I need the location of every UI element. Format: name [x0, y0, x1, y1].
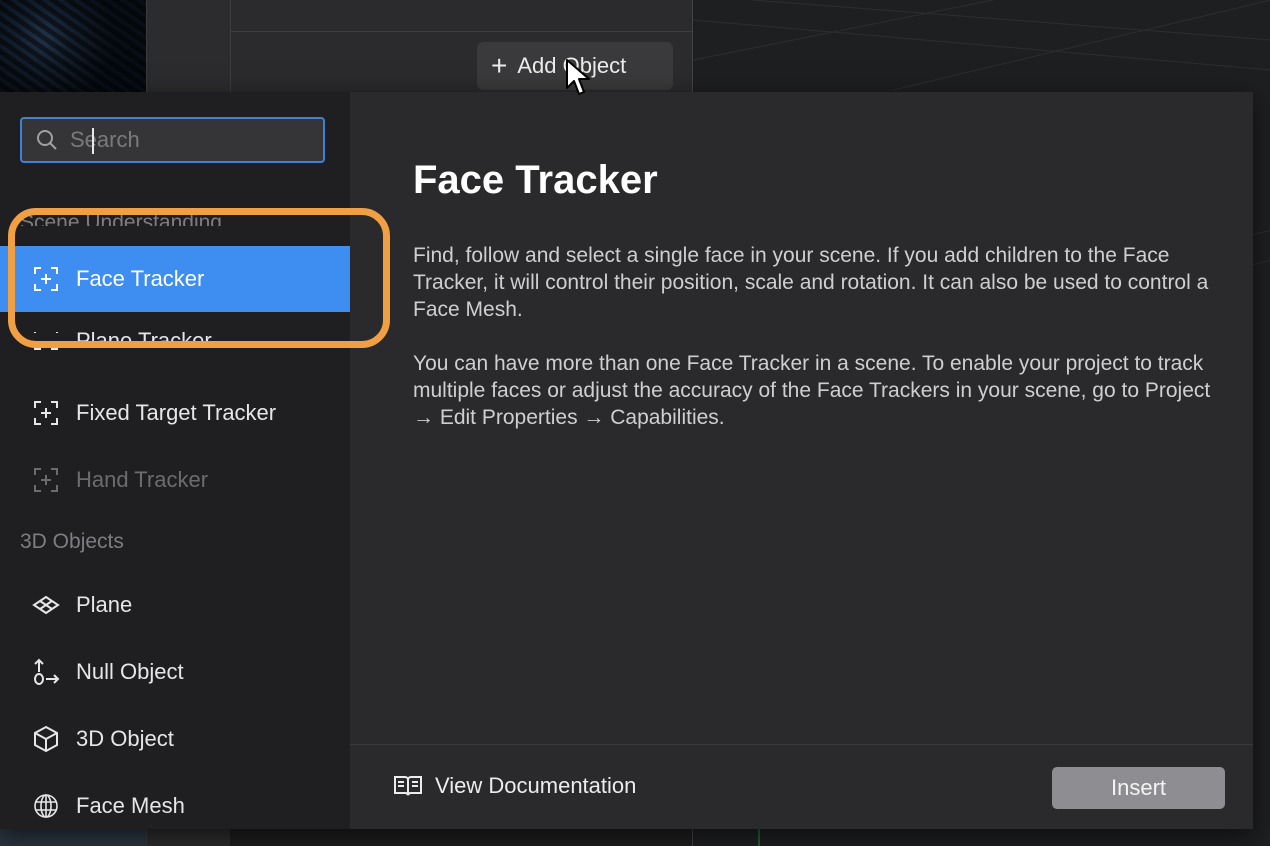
list-item-3d-object[interactable]: 3D Object: [20, 706, 350, 772]
plus-icon: +: [491, 50, 508, 81]
null-object-icon: [32, 658, 60, 686]
list-item-label: Fixed Target Tracker: [76, 400, 277, 425]
insert-button[interactable]: Insert: [1052, 767, 1225, 809]
search-icon: [37, 130, 57, 150]
detail-description: Find, follow and select a single face in…: [413, 242, 1213, 431]
list-item-label: Hand Tracker: [76, 467, 209, 492]
book-icon: [394, 776, 422, 796]
view-documentation-link[interactable]: View Documentation: [393, 773, 636, 799]
list-item-plane[interactable]: Plane: [20, 572, 350, 638]
3d-object-icon: [32, 725, 60, 753]
list-item-fixed-target-tracker[interactable]: Fixed Target Tracker: [20, 380, 350, 446]
list-item-label: Null Object: [76, 659, 184, 684]
list-item-label: Plane: [76, 592, 133, 617]
hand-tracker-icon: [32, 466, 60, 494]
text-caret: [92, 128, 94, 154]
dialog-footer: View Documentation Insert: [350, 744, 1253, 829]
list-item-null-object[interactable]: Null Object: [20, 639, 350, 705]
detail-title: Face Tracker: [413, 158, 658, 202]
list-item-label: Face Tracker: [76, 266, 205, 291]
section-header-scene-understanding: Scene Understanding: [20, 211, 222, 226]
list-item-face-tracker[interactable]: Face Tracker: [0, 246, 350, 312]
face-mesh-icon: [32, 792, 60, 820]
section-header-3d-objects: 3D Objects: [20, 530, 124, 553]
face-tracker-icon: [32, 265, 60, 293]
description-paragraph: Find, follow and select a single face in…: [413, 244, 1209, 321]
search-input[interactable]: [70, 127, 300, 153]
scene-panel-bottom: [230, 828, 692, 846]
media-thumbnail: [0, 0, 146, 92]
divider: [231, 31, 692, 32]
add-object-dialog: Scene Understanding Face Tracker Plane T…: [0, 92, 1253, 829]
list-item-label: Face Mesh: [76, 793, 185, 818]
description-paragraph: You can have more than one Face Tracker …: [413, 352, 1211, 429]
media-thumbnail-bottom: [0, 828, 146, 846]
plane-tracker-icon: [32, 332, 60, 352]
fixed-target-tracker-icon: [32, 399, 60, 427]
plane-icon: [32, 591, 60, 619]
view-documentation-label: View Documentation: [435, 773, 637, 798]
search-field[interactable]: [20, 117, 325, 163]
object-detail-panel: Face Tracker Find, follow and select a s…: [350, 92, 1253, 829]
list-item-plane-tracker[interactable]: Plane Tracker: [20, 332, 350, 356]
list-item-label: Plane Tracker: [76, 332, 212, 353]
object-list-sidebar: Scene Understanding Face Tracker Plane T…: [0, 92, 350, 829]
list-item-label: 3D Object: [76, 726, 174, 751]
mouse-cursor-icon: [566, 59, 590, 95]
list-item-face-mesh[interactable]: Face Mesh: [20, 773, 350, 829]
list-item-hand-tracker: Hand Tracker: [20, 447, 350, 513]
